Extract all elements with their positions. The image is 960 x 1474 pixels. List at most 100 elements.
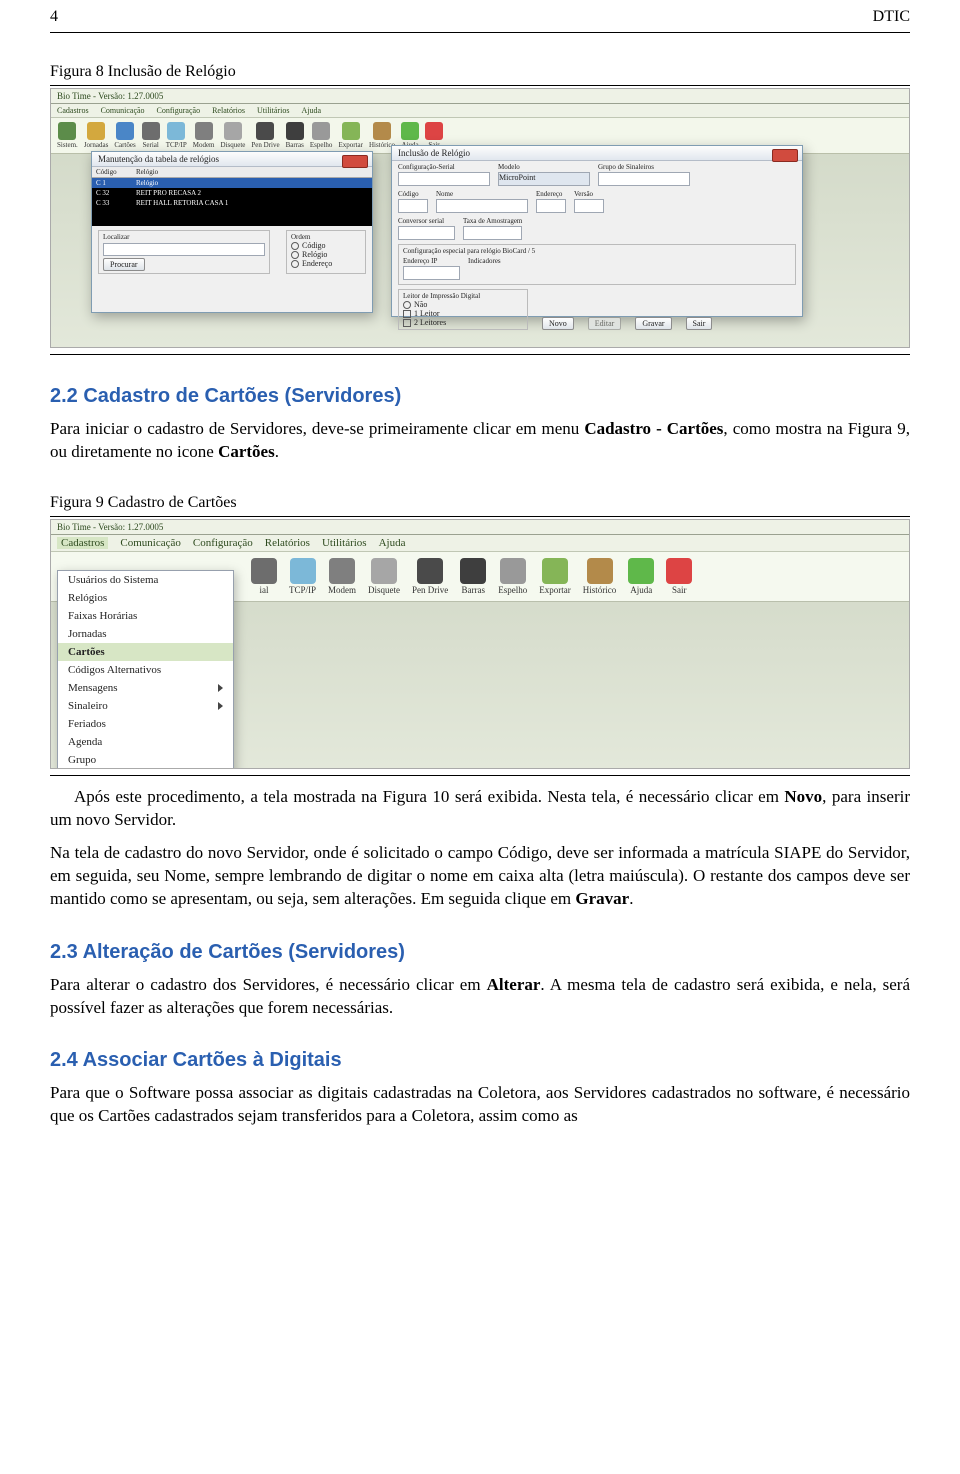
sair-button[interactable]: Sair [686, 317, 713, 330]
toolbar-label: Exportar [539, 586, 571, 595]
toolbar-label: Modem [193, 142, 215, 149]
procurar-button[interactable]: Procurar [103, 258, 145, 271]
toolbar-item[interactable]: Disquete [368, 558, 400, 595]
menu-item-label: Jornadas [68, 628, 107, 640]
input-nome[interactable] [436, 199, 528, 213]
input-conversor[interactable] [398, 226, 455, 240]
close-icon[interactable] [772, 149, 798, 162]
toolbar-label: Pen Drive [251, 142, 279, 149]
menu-item[interactable]: Feriados [58, 715, 233, 733]
toolbar-icon [401, 122, 419, 140]
toolbar-item[interactable]: Sair [666, 558, 692, 595]
menu-item[interactable]: Mensagens [58, 679, 233, 697]
menu-item[interactable]: Grupo [58, 751, 233, 769]
select-modelo[interactable]: MicroPoint [498, 172, 590, 186]
toolbar-item[interactable]: Pen Drive [251, 122, 279, 149]
menu-item[interactable]: Utilitários [322, 537, 367, 549]
editar-button[interactable]: Editar [588, 317, 622, 330]
group-localizar: Localizar Procurar [98, 230, 270, 274]
menu-item-label: Usuários do Sistema [68, 574, 158, 586]
toolbar-item[interactable]: Pen Drive [412, 558, 448, 595]
table-row[interactable]: C 32REIT PRO RECASA 2 [92, 188, 372, 198]
toolbar-item[interactable]: Exportar [539, 558, 571, 595]
toolbar-item[interactable]: Espelho [498, 558, 527, 595]
toolbar-item[interactable]: TCP/IP [289, 558, 316, 595]
toolbar-item[interactable]: Barras [286, 122, 304, 149]
toolbar-label: Sistem. [57, 142, 78, 149]
menu-item[interactable]: Comunicação [101, 106, 145, 115]
toolbar-item[interactable]: Ajuda [628, 558, 654, 595]
radio-nao[interactable]: Não [403, 300, 523, 309]
toolbar-item[interactable]: Modem [193, 122, 215, 149]
select-configuracao[interactable] [398, 172, 490, 186]
toolbar-icon [167, 122, 185, 140]
gravar-button[interactable]: Gravar [635, 317, 671, 330]
toolbar-item[interactable]: Sistem. [57, 122, 78, 149]
search-input[interactable] [103, 243, 265, 256]
select-grupo[interactable] [598, 172, 690, 186]
menu-item[interactable]: Ajuda [379, 537, 406, 549]
menu-item[interactable]: Jornadas [58, 625, 233, 643]
radio-1leitor[interactable]: 1 Leitor [403, 309, 523, 318]
menubar[interactable]: Cadastros Comunicação Configuração Relatóri… [51, 535, 909, 552]
menu-item[interactable]: Usuários do Sistema [58, 571, 233, 589]
input-versao[interactable] [574, 199, 604, 213]
menu-item[interactable]: Ajuda [301, 106, 321, 115]
menu-item[interactable]: Relógios [58, 589, 233, 607]
field-label: Modelo [498, 163, 590, 171]
menu-item[interactable]: Relatórios [265, 537, 310, 549]
chevron-right-icon [218, 684, 223, 692]
section-2-4-para: Para que o Software possa associar as di… [50, 1082, 910, 1128]
menu-item-label: Grupo [68, 754, 96, 766]
figure9-caption: Figura 9 Cadastro de Cartões [50, 494, 910, 512]
chevron-right-icon [218, 702, 223, 710]
toolbar-item[interactable]: TCP/IP [166, 122, 187, 149]
menu-item[interactable]: Faixas Horárias [58, 607, 233, 625]
menu-item[interactable]: Configuração [193, 537, 253, 549]
section-2-2-heading: 2.2 Cadastro de Cartões (Servidores) [50, 385, 910, 408]
toolbar-item[interactable]: Espelho [310, 122, 333, 149]
menu-item[interactable]: Sinaleiro [58, 697, 233, 715]
radio-2leitores[interactable]: 2 Leitores [403, 318, 523, 327]
dialog-inclusao-relogio: Inclusão de Relógio Configuração-Serial … [391, 145, 803, 317]
novo-button[interactable]: Novo [542, 317, 574, 330]
table-body[interactable]: C 1RelógioC 32REIT PRO RECASA 2C 33REIT … [92, 178, 372, 226]
field-label: Taxa de Amostragem [463, 217, 522, 225]
toolbar-icon [666, 558, 692, 584]
toolbar-icon [329, 558, 355, 584]
menu-item[interactable]: Cadastros [57, 106, 89, 115]
toolbar-item[interactable]: Histórico [583, 558, 617, 595]
radio-relogio[interactable]: Relógio [291, 250, 361, 259]
input-endereco-ip[interactable] [403, 266, 460, 280]
input-taxa[interactable] [463, 226, 522, 240]
table-row[interactable]: C 33REIT HALL RETORIA CASA 1 [92, 198, 372, 208]
menu-item[interactable]: Utilitários [257, 106, 289, 115]
input-codigo[interactable] [398, 199, 428, 213]
toolbar-item[interactable]: Cartões [114, 122, 135, 149]
menu-item[interactable]: Configuração [157, 106, 201, 115]
toolbar-item[interactable]: Barras [460, 558, 486, 595]
menu-item[interactable]: Agenda [58, 733, 233, 751]
input-endereco[interactable] [536, 199, 566, 213]
toolbar-item[interactable]: Exportar [338, 122, 363, 149]
toolbar-item[interactable]: Serial [142, 122, 160, 149]
field-label: Endereço IP [403, 257, 460, 265]
text: . [275, 442, 279, 461]
toolbar-item[interactable]: ial [251, 558, 277, 595]
menu-item[interactable]: Códigos Alternativos [58, 661, 233, 679]
radio-codigo[interactable]: Código [291, 241, 361, 250]
dropdown-cadastros[interactable]: Usuários do Sistema RelógiosFaixas Horári… [57, 570, 234, 769]
menu-item[interactable]: Relatórios [212, 106, 245, 115]
menu-item[interactable]: Cadastros [57, 537, 108, 549]
close-icon[interactable] [342, 155, 368, 168]
toolbar-item[interactable]: Modem [328, 558, 356, 595]
toolbar-item[interactable]: Jornadas [84, 122, 109, 149]
bold: Cartões [218, 442, 275, 461]
toolbar-label: Pen Drive [412, 586, 448, 595]
menubar[interactable]: Cadastros Comunicação Configuração Relatóri… [51, 104, 909, 118]
menu-item[interactable]: Cartões [58, 643, 233, 661]
menu-item[interactable]: Comunicação [120, 537, 180, 549]
radio-endereco[interactable]: Endereço [291, 259, 361, 268]
table-row[interactable]: C 1Relógio [92, 178, 372, 188]
toolbar-item[interactable]: Disquete [221, 122, 246, 149]
